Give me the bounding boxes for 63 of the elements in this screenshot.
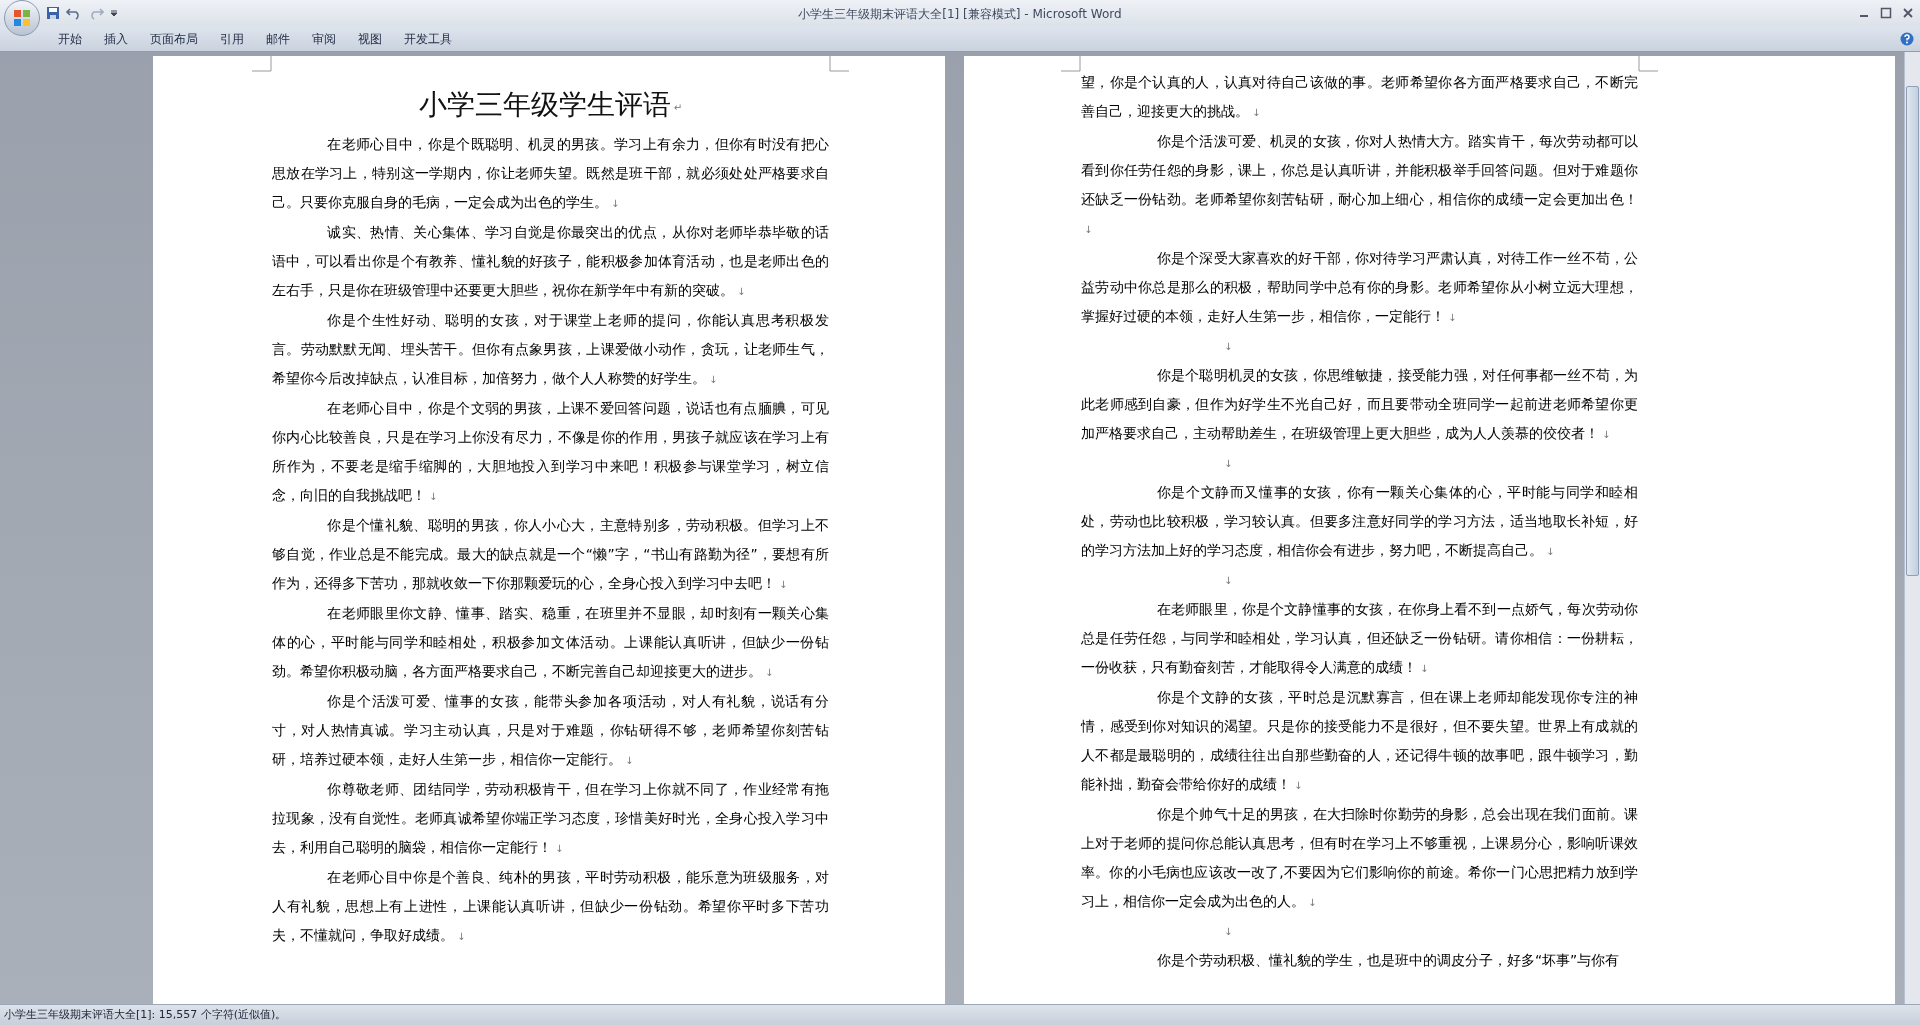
paragraph-mark: ↓ bbox=[457, 931, 466, 942]
ribbon-tab[interactable]: 视图 bbox=[348, 27, 392, 50]
paragraph-text: 你是个深受大家喜欢的好干部，你对待学习严肃认真，对待工作一丝不苟，公益劳动中你总是那么的积极，帮助同学中总有你的身影。老师希望你从小树立远大理想，掌握好过硬的本领，走好人生第一步，相信你，一定能行！ ↓ bbox=[1081, 249, 1638, 326]
paragraph-text: 你是个懂礼貌、聪明的男孩，你人小心大，主意特别多，劳动积极。但学习上不够自觉，作业总是不能完成。最大的缺点就是一个“懒”字，“书山有路勤为径”，要想有所作为，还得多下苦功，那就收敛一下你那颗爱玩的心，全身心投入到学习中去吧！ ↓ bbox=[272, 516, 829, 593]
help-icon[interactable] bbox=[1900, 31, 1914, 46]
logo-icon bbox=[12, 8, 32, 28]
paragraph-text: 你是个文静的女孩，平时总是沉默寡言，但在课上老师却能发现你专注的神情，感受到你对知识的渴望。只是你的接受能力不是很好，但不要失望。世界上有成就的人不都是最聪明的，成绩往往出自那些勤奋的人，还记得牛顿的故事吧，跟牛顿学习，勤能补拙，勤奋会带给你好的成绩！ ↓ bbox=[1081, 688, 1638, 794]
ribbon-tab[interactable]: 邮件 bbox=[256, 27, 300, 50]
paragraph-mark: ↓ bbox=[709, 374, 718, 385]
paragraph-text: 在老师眼里，你是个文静懂事的女孩，在你身上看不到一点娇气，每次劳动你总是任劳任怨，与同学和睦相处，学习认真，但还缺乏一份钻研。请你相信：一份耕耘，一份收获，只有勤奋刻苦，才能取得令人满意的成绩！ ↓ bbox=[1081, 600, 1638, 677]
ribbon-tab[interactable]: 审阅 bbox=[302, 27, 346, 50]
customize-caret-icon[interactable] bbox=[110, 9, 118, 17]
paragraph-mark: ↓ bbox=[625, 755, 634, 766]
maximize-icon[interactable] bbox=[1880, 7, 1892, 19]
paragraph-text: 你是个帅气十足的男孩，在大扫除时你勤劳的身影，总会出现在我们面前。课上对于老师的提问你总能认真思考，但有时在学习上不够重视，上课易分心，影响听课效率。你的小毛病也应该改一改了,不要因为它们影响你的前途。希你一门心思把精力放到学习上，相信你一定会成为出色的人。 ↓ bbox=[1081, 805, 1638, 911]
paragraph-mark: ↓ bbox=[611, 198, 620, 209]
crop-mark-icon bbox=[1061, 56, 1081, 72]
crop-mark-icon bbox=[252, 56, 272, 72]
paragraph-mark: ↓ bbox=[1602, 429, 1611, 440]
paragraph-text: 望，你是个认真的人，认真对待自己该做的事。老师希望你各方面严格要求自己，不断完善自己，迎接更大的挑战。 ↓ bbox=[1081, 73, 1638, 121]
paragraph-text: 在老师心目中，你是个既聪明、机灵的男孩。学习上有余力，但你有时没有把心思放在学习上，特别这一学期内，你让老师失望。既然是班干部，就必须处处严格要求自己。只要你克服自身的毛病，一定会成为出色的学生。 ↓ bbox=[272, 135, 829, 212]
ribbon-tab[interactable]: 开始 bbox=[48, 27, 92, 50]
paragraph-text: 你是个文静而又懂事的女孩，你有一颗关心集体的心，平时能与同学和睦相处，劳动也比较积极，学习较认真。但要多注意好同学的学习方法，适当地取长补短，好的学习方法加上好的学习态度，相信你会有进步，努力吧，不断提高自己。 ↓ bbox=[1081, 483, 1638, 560]
paragraph-mark: ↓ bbox=[1308, 897, 1317, 908]
paragraph-text: 在老师心目中，你是个文弱的男孩，上课不爱回答问题，说话也有点腼腆，可见你内心比较善良，只是在学习上你没有尽力，不像是你的作用，男孩子就应该在学习上有所作为，不要老是缩手缩脚的，大胆地投入到学习中来吧！积极参与课堂学习，树立信念，向旧的自我挑战吧！ ↓ bbox=[272, 399, 829, 505]
paragraph-mark: ↓ bbox=[1224, 574, 1233, 588]
paragraph-mark: ↓ bbox=[429, 491, 438, 502]
ribbon-tab[interactable]: 页面布局 bbox=[140, 27, 208, 50]
paragraph-mark: ↓ bbox=[765, 667, 774, 678]
save-icon[interactable] bbox=[46, 6, 60, 20]
document-title: 小学三年级学生评语 bbox=[418, 88, 671, 122]
paragraph-text: 你是个活泼可爱、懂事的女孩，能带头参加各项活动，对人有礼貌，说话有分寸，对人热情真诚。学习主动认真，只是对于难题，你钻研得不够，老师希望你刻苦钻研，培养过硬本领，走好人生第一步，相信你一定能行。 ↓ bbox=[272, 692, 829, 769]
paragraph-mark: ↓ bbox=[779, 579, 788, 590]
paragraph-mark: ↓ bbox=[737, 286, 746, 297]
paragraph-mark: ↓ bbox=[1252, 107, 1261, 118]
ribbon-tab[interactable]: 引用 bbox=[210, 27, 254, 50]
paragraph-mark: ↓ bbox=[1294, 780, 1303, 791]
paragraph-mark: ↓ bbox=[1448, 312, 1457, 323]
paragraph-text: 你是个活泼可爱、机灵的女孩，你对人热情大方。踏实肯干，每次劳动都可以看到你任劳任怨的身影，课上，你总是认真听讲，并能积极举手回答问题。但对于难题你还缺乏一份钻劲。老师希望你刻苦钻研，耐心加上细心，相信你的成绩一定会更加出色！ ↓ bbox=[1081, 132, 1638, 237]
window-title: 小学生三年级期末评语大全[1] [兼容模式] - Microsoft Word bbox=[797, 6, 1123, 23]
paragraph-mark: ↓ bbox=[1546, 546, 1555, 557]
office-button[interactable] bbox=[4, 0, 40, 36]
crop-mark-icon bbox=[1638, 56, 1658, 72]
paragraph-mark: ↓ bbox=[1224, 457, 1233, 471]
paragraph-mark: ↓ bbox=[1224, 925, 1233, 939]
paragraph-mark: ↓ bbox=[1224, 340, 1233, 354]
status-text: 小学生三年级期末评语大全[1]: 15,557 个字符(近似值)。 bbox=[4, 1006, 287, 1023]
paragraph-text: 在老师眼里你文静、懂事、踏实、稳重，在班里并不显眼，却时刻有一颗关心集体的心，平时能与同学和睦相处，积极参加文体活动。上课能认真听讲，但缺少一份钻劲。希望你积极动脑，各方面严格要求自己，不断完善自己却迎接更大的进步。 ↓ bbox=[272, 604, 829, 681]
close-icon[interactable] bbox=[1902, 7, 1914, 19]
paragraph-text: 你是个劳动积极、懂礼貌的学生，也是班中的调皮分子，好多“坏事”与你有 bbox=[1155, 951, 1621, 970]
paragraph-mark: ↓ bbox=[1084, 224, 1093, 235]
paragraph-text: 你是个生性好动、聪明的女孩，对于课堂上老师的提问，你能认真思考积极发言。劳动默默无闻、埋头苦干。但你有点象男孩，上课爱做小动作，贪玩，让老师生气，希望你今后改掉缺点，认准目标，加倍努力，做个人人称赞的好学生。 ↓ bbox=[272, 311, 829, 388]
paragraph-mark: ↓ bbox=[1420, 663, 1429, 674]
undo-icon[interactable] bbox=[66, 6, 82, 20]
ribbon-tab[interactable]: 开发工具 bbox=[394, 27, 462, 50]
paragraph-text: 在老师心目中你是个善良、纯朴的男孩，平时劳动积极，能乐意为班级服务，对人有礼貌，思想上有上进性，上课能认真听讲，但缺少一份钻劲。希望你平时多下苦功夫，不懂就问，争取好成绩。 ↓ bbox=[272, 868, 829, 945]
paragraph-text: 你是个聪明机灵的女孩，你思维敏捷，接受能力强，对任何事都一丝不苟，为此老师感到自豪，但作为好学生不光自己好，而且要带动全班同学一起前进老师希望你更加严格要求自己，主动帮助差生，在班级管理上更大胆些，成为人人羡慕的佼佼者！ ↓ bbox=[1081, 366, 1638, 443]
paragraph-mark: ↵ bbox=[673, 101, 683, 115]
ribbon-tab[interactable]: 插入 bbox=[94, 27, 138, 50]
crop-mark-icon bbox=[829, 56, 849, 72]
paragraph-text: 诚实、热情、关心集体、学习自觉是你最突出的优点，从你对老师毕恭毕敬的话语中，可以看出你是个有教养、懂礼貌的好孩子，能积极参加体育活动，也是老师出色的左右手，只是你在班级管理中还要更大胆些，祝你在新学年中有新的突破。 ↓ bbox=[272, 223, 829, 300]
paragraph-mark: ↓ bbox=[555, 843, 564, 854]
paragraph-text: 你尊敬老师、团结同学，劳动积极肯干，但在学习上你就不同了，作业经常有拖拉现象，没有自觉性。老师真诚希望你端正学习态度，珍惜美好时光，全身心投入学习中去，利用自己聪明的脑袋，相信你一定能行！ ↓ bbox=[272, 780, 829, 857]
